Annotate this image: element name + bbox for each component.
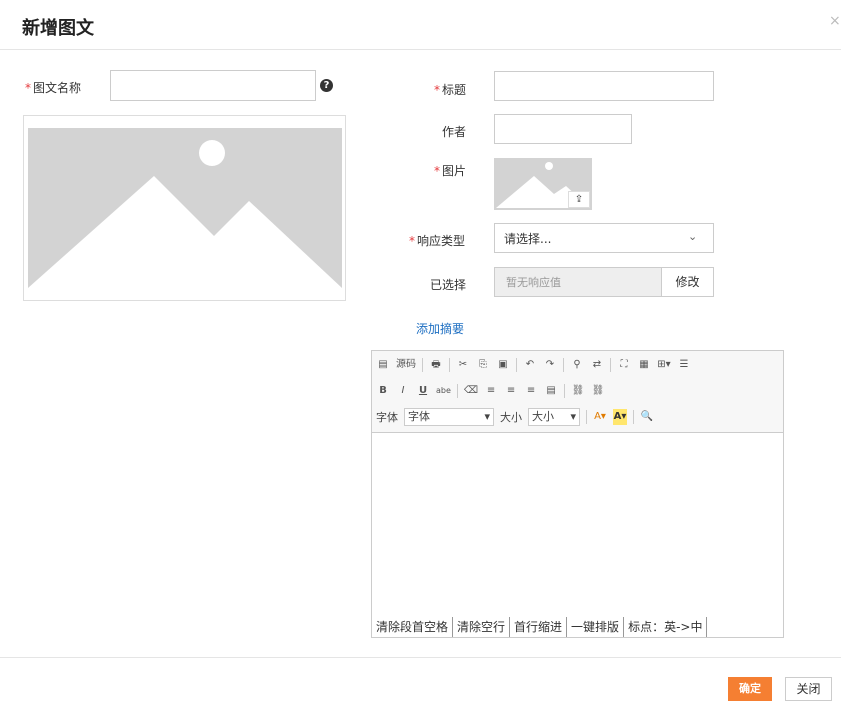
title-label: * 标题 [434, 83, 467, 97]
response-type-label: * 响应类型 [409, 234, 466, 248]
underline-button[interactable]: U [416, 383, 430, 399]
selected-label: 已选择 [430, 278, 467, 292]
align-left-icon[interactable]: ≡ [484, 383, 498, 399]
name-label: * 图文名称 [25, 79, 81, 96]
eraser-icon[interactable]: ⌫ [464, 383, 478, 399]
cut-icon[interactable]: ✂ [456, 357, 470, 373]
toolbar-row-3: 字体 字体 ▾ 大小 大小 ▾ A▾ A▾ 🔍 [376, 406, 654, 428]
cover-preview [23, 115, 346, 301]
print-icon[interactable]: 🖶 [429, 357, 443, 373]
italic-button[interactable]: I [396, 383, 410, 399]
toolbar-row-2: B I U abe ⌫ ≡ ≡ ≡ ▤ ⛓ ⛓ [376, 380, 605, 402]
redo-icon[interactable]: ↷ [543, 357, 557, 373]
header-divider [0, 49, 841, 50]
link-icon[interactable]: ⛓ [571, 383, 585, 399]
editor-content-area[interactable] [372, 432, 783, 616]
horizontal-rule-icon[interactable]: ☰ [677, 357, 691, 373]
name-label-text: 图文名称 [33, 81, 82, 95]
paste-icon[interactable]: ▣ [496, 357, 510, 373]
footer-divider [0, 657, 841, 658]
table-icon[interactable]: ⊞▾ [657, 357, 671, 373]
strikethrough-button[interactable]: abe [436, 383, 451, 399]
chevron-down-icon: ⌄ [688, 230, 698, 243]
image-icon[interactable]: ▦ [637, 357, 651, 373]
editor-bottom-tools: 清除段首空格 清除空行 首行缩进 一键排版 标点：英->中 [372, 617, 708, 637]
author-input[interactable] [494, 114, 632, 144]
unlink-icon[interactable]: ⛓ [591, 383, 605, 399]
name-input[interactable] [110, 70, 316, 101]
editor-toolbar: ▤ 源码 🖶 ✂ ⎘ ▣ ↶ ↷ ⚲ ⇄ ⛶ ▦ ⊞▾ ☰ B I U abe … [372, 351, 783, 433]
highlight-icon[interactable]: A▾ [613, 409, 627, 425]
close-button[interactable]: 关闭 [785, 677, 832, 701]
author-label: 作者 [442, 125, 467, 139]
confirm-button[interactable]: 确定 [728, 677, 772, 701]
close-icon[interactable]: × [829, 13, 841, 29]
copy-icon[interactable]: ⎘ [476, 357, 490, 373]
dialog-title: 新增图文 [22, 18, 94, 39]
image-label: * 图片 [434, 164, 467, 178]
size-label: 大小 [500, 411, 522, 424]
undo-icon[interactable]: ↶ [523, 357, 537, 373]
preview-icon[interactable]: 🔍 [640, 409, 654, 425]
size-select[interactable]: 大小 ▾ [528, 408, 580, 426]
source-button[interactable]: 源码 [396, 357, 416, 373]
remove-empty-lines-button[interactable]: 清除空行 [453, 617, 511, 637]
align-center-icon[interactable]: ≡ [504, 383, 518, 399]
selected-placeholder: 暂无响应值 [506, 276, 561, 289]
font-select[interactable]: 字体 ▾ [404, 408, 494, 426]
source-icon[interactable]: ▤ [376, 357, 390, 373]
toolbar-row-1: ▤ 源码 🖶 ✂ ⎘ ▣ ↶ ↷ ⚲ ⇄ ⛶ ▦ ⊞▾ ☰ [376, 354, 691, 376]
align-right-icon[interactable]: ≡ [524, 383, 538, 399]
remove-leading-space-button[interactable]: 清除段首空格 [372, 617, 454, 637]
image-placeholder-icon [28, 128, 342, 288]
fullscreen-icon[interactable]: ⛶ [617, 357, 631, 373]
title-input[interactable] [494, 71, 714, 101]
font-label: 字体 [376, 411, 398, 424]
required-mark: * [25, 81, 31, 95]
modify-button[interactable]: 修改 [661, 267, 714, 297]
response-type-value: 请选择... [504, 232, 552, 246]
punctuation-convert-button[interactable]: 标点：英->中 [624, 617, 708, 637]
bold-button[interactable]: B [376, 383, 390, 399]
help-icon[interactable]: ? [320, 79, 333, 92]
find-icon[interactable]: ⚲ [570, 357, 584, 373]
first-line-indent-button[interactable]: 首行缩进 [510, 617, 568, 637]
auto-format-button[interactable]: 一键排版 [567, 617, 625, 637]
upload-icon[interactable]: ⇪ [568, 191, 590, 208]
font-color-icon[interactable]: A▾ [593, 409, 607, 425]
add-summary-link[interactable]: 添加摘要 [416, 320, 464, 337]
replace-icon[interactable]: ⇄ [590, 357, 604, 373]
align-justify-icon[interactable]: ▤ [544, 383, 558, 399]
